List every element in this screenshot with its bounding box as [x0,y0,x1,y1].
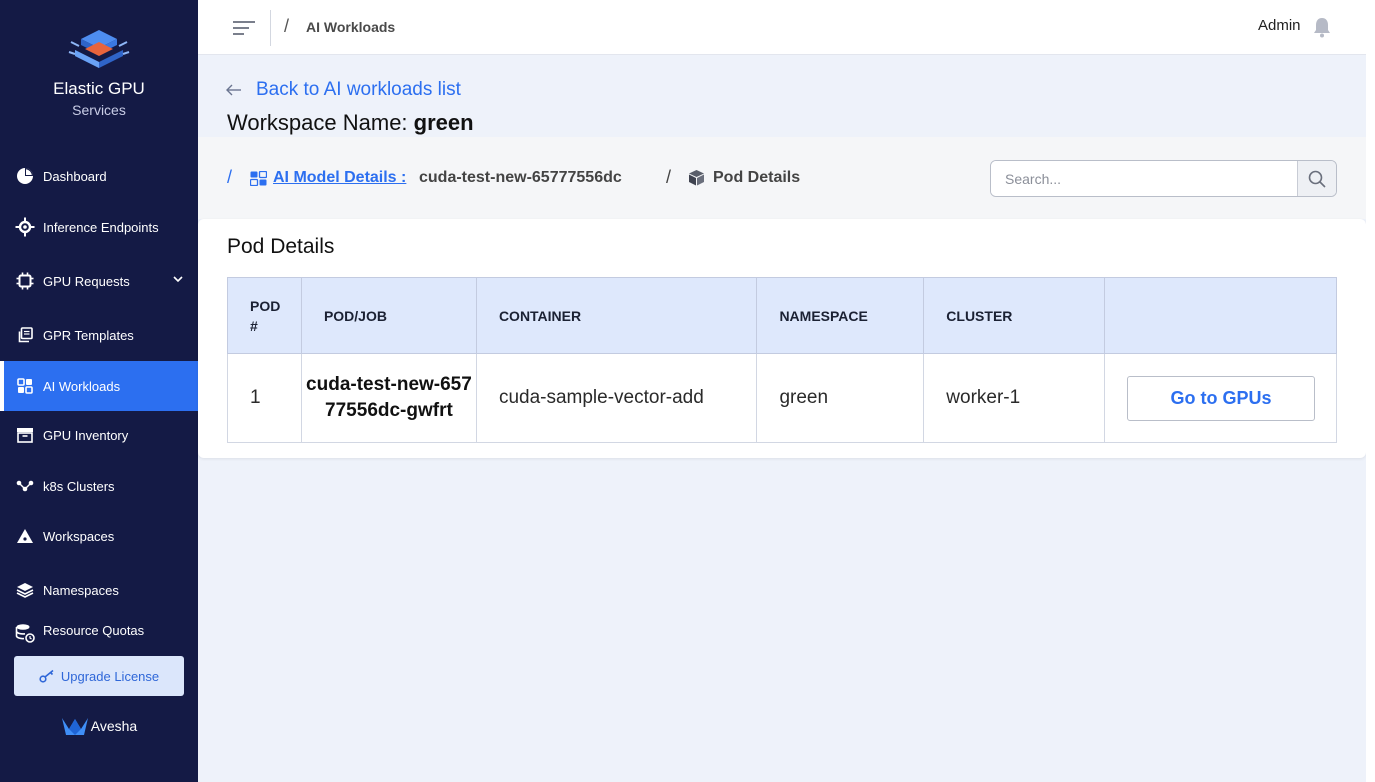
pod-details-table: POD # POD/JOB CONTAINER NAMESPACE CLUSTE… [227,277,1337,443]
sidebar-item-label: Dashboard [43,168,107,184]
gear-network-icon [15,217,35,237]
cell-pod-number: 1 [227,353,302,443]
sidebar-item-label: Inference Endpoints [43,219,159,235]
search-box [990,160,1337,197]
pod-details-card: Pod Details POD # POD/JOB CONTAINER NAME… [198,219,1366,458]
cube-icon [688,169,705,191]
brand: Elastic GPU Services [0,28,198,120]
avesha-crown-logo-icon [61,718,88,735]
top-bar: / AI Workloads Admin [198,0,1366,55]
avesha-brand: Avesha [0,716,198,736]
brand-subtitle: Services [72,102,126,118]
sidebar-item-gpu-inventory[interactable]: GPU Inventory [0,410,198,460]
upgrade-license-button[interactable]: Upgrade License [14,656,184,696]
workspace-title: Workspace Name: green [227,110,474,136]
warning-tent-icon [15,526,35,546]
avesha-label: Avesha [90,718,138,734]
sidebar-item-ai-workloads[interactable]: AI Workloads [0,361,198,411]
column-header-action [1104,277,1337,354]
sidebar-item-inference-endpoints[interactable]: Inference Endpoints [0,202,198,252]
sidebar-item-resource-quotas[interactable]: Resource Quotas [0,623,198,653]
sidebar-item-label: GPR Templates [43,327,134,343]
sidebar-item-k8s-clusters[interactable]: k8s Clusters [0,461,198,511]
table-row: 1 cuda-test-new-65777556dc-gwfrt cuda-sa… [227,353,1337,443]
breadcrumb-separator: / [666,167,672,187]
page-edge [1366,0,1375,782]
search-icon[interactable] [1297,161,1336,196]
cell-container: cuda-sample-vector-add [475,353,758,443]
cell-pod-job: cuda-test-new-65777556dc-gwfrt [300,353,477,443]
main-content: Back to AI workloads list Workspace Name… [198,55,1366,782]
sidebar-item-label: GPU Requests [43,273,130,289]
ai-model-details-link[interactable]: AI Model Details : [273,169,406,187]
back-link-label: Back to AI workloads list [256,79,461,100]
sidebar-item-label: k8s Clusters [43,478,115,494]
breadcrumb: / AI Model Details : cuda-test-new-65777… [198,137,1366,219]
current-page-crumb: Pod Details [713,169,801,186]
arrow-left-icon [226,84,241,96]
upgrade-license-label: Upgrade License [60,668,160,684]
bell-icon[interactable] [1312,16,1332,38]
sidebar-item-label: GPU Inventory [43,427,129,443]
column-header-cluster: CLUSTER [923,277,1106,354]
inventory-box-icon [15,425,35,445]
column-header-pod-job: POD/JOB [300,277,477,354]
chevron-down-icon[interactable] [172,273,184,288]
table-header-row: POD # POD/JOB CONTAINER NAMESPACE CLUSTE… [227,277,1337,354]
cell-cluster: worker-1 [923,353,1106,443]
search-input[interactable] [991,161,1298,196]
cell-namespace: green [756,353,925,443]
sidebar-item-label: AI Workloads [43,378,121,394]
top-breadcrumb: AI Workloads [306,19,396,35]
sidebar-item-gpu-requests[interactable]: GPU Requests [0,256,198,306]
back-to-list-link[interactable]: Back to AI workloads list [226,79,461,101]
chip-icon [15,271,35,291]
sidebar-item-label: Resource Quotas [43,623,145,638]
sidebar-item-gpr-templates[interactable]: GPR Templates [0,310,198,360]
user-name[interactable]: Admin [1258,17,1301,34]
sidebar-item-dashboard[interactable]: Dashboard [0,151,198,201]
cell-action: Go to GPUs [1104,353,1337,443]
breadcrumb-separator: / [284,16,290,36]
model-grid-icon [249,170,268,191]
model-name: cuda-test-new-65777556dc [419,169,622,186]
brand-title: Elastic GPU [53,79,145,98]
sidebar-item-label: Namespaces [43,582,119,598]
layers-icon [15,580,35,600]
menu-toggle-icon[interactable] [232,18,256,38]
pie-chart-icon [15,166,35,186]
grid-icon [15,376,35,396]
top-divider [270,10,271,46]
copy-icon [15,325,35,345]
column-header-container: CONTAINER [475,277,758,354]
key-icon [39,669,54,683]
gpu-stack-logo-icon [68,30,130,68]
sidebar: Elastic GPU Services Dashboard Inference… [0,0,198,782]
sidebar-item-label: Workspaces [43,528,115,544]
database-clock-icon [15,623,35,643]
workspace-name: green [413,110,474,135]
go-to-gpus-button[interactable]: Go to GPUs [1127,375,1316,421]
section-title: Pod Details [227,235,335,258]
column-header-pod: POD # [227,277,302,354]
nodes-icon [15,476,35,496]
sidebar-item-workspaces[interactable]: Workspaces [0,511,198,561]
breadcrumb-separator: / [227,167,233,187]
sidebar-item-namespaces[interactable]: Namespaces [0,565,198,615]
workspace-label: Workspace Name: [227,110,408,135]
column-header-namespace: NAMESPACE [756,277,925,354]
